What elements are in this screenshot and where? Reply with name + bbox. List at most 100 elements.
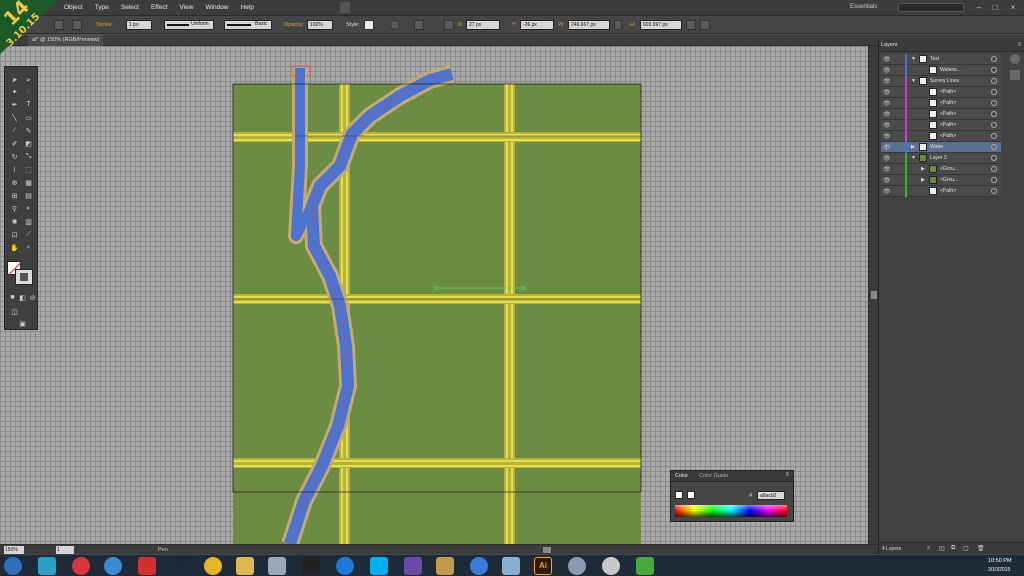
taskbar-app-icon[interactable] bbox=[436, 557, 454, 575]
height-field[interactable]: 603.997 px bbox=[640, 20, 682, 30]
horizontal-scroll-thumb[interactable] bbox=[543, 547, 551, 553]
target-circle-icon[interactable] bbox=[991, 144, 997, 150]
type-tool-icon[interactable]: T bbox=[23, 100, 34, 109]
layer-row[interactable]: 👁 ▶ Water bbox=[881, 142, 1001, 153]
menu-help[interactable]: Help bbox=[241, 4, 254, 11]
collapse-arrow-icon[interactable]: ▶ bbox=[911, 144, 915, 150]
variable-width-profile[interactable]: Uniform bbox=[164, 20, 214, 30]
layer-row[interactable]: 👁 <Path> bbox=[881, 98, 1001, 109]
file-explorer-icon[interactable] bbox=[236, 557, 254, 575]
blend-tool-icon[interactable]: ◐ bbox=[23, 204, 34, 213]
visibility-eye-icon[interactable]: 👁 bbox=[883, 188, 891, 195]
align-icon[interactable] bbox=[414, 20, 424, 30]
hex-field[interactable]: a6acb2 bbox=[757, 491, 785, 500]
start-button-icon[interactable] bbox=[4, 557, 22, 575]
panel-menu-icon[interactable] bbox=[700, 20, 710, 30]
menu-object[interactable]: Object bbox=[64, 4, 83, 11]
target-circle-icon[interactable] bbox=[991, 56, 997, 62]
close-icon[interactable]: × bbox=[1006, 2, 1020, 13]
menu-type[interactable]: Type bbox=[95, 4, 109, 11]
chrome-icon[interactable] bbox=[204, 557, 222, 575]
minimize-icon[interactable]: – bbox=[972, 2, 986, 13]
color-spectrum[interactable] bbox=[675, 505, 787, 517]
visibility-eye-icon[interactable]: 👁 bbox=[883, 111, 891, 118]
taskbar-app-icon[interactable] bbox=[104, 557, 122, 575]
layer-row[interactable]: 👁 ▶ <Grou... bbox=[881, 164, 1001, 175]
panel-menu-icon[interactable]: ≡ bbox=[785, 472, 789, 478]
taskbar-app-icon[interactable] bbox=[404, 557, 422, 575]
layer-row[interactable]: 👁 ▼ Layer 3 bbox=[881, 153, 1001, 164]
target-circle-icon[interactable] bbox=[991, 122, 997, 128]
expand-arrow-icon[interactable]: ▼ bbox=[911, 56, 916, 62]
visibility-eye-icon[interactable]: 👁 bbox=[883, 144, 891, 151]
shape-builder-icon[interactable]: ⊕ bbox=[9, 178, 20, 187]
taskbar-app-icon[interactable] bbox=[470, 557, 488, 575]
layer-row[interactable]: 👁 Waterw... bbox=[881, 65, 1001, 76]
layer-name[interactable]: <Path> bbox=[940, 133, 956, 139]
color-guide-tab[interactable]: Color Guide bbox=[699, 473, 728, 479]
swatches-panel-icon[interactable] bbox=[1010, 70, 1020, 80]
visibility-eye-icon[interactable]: 👁 bbox=[883, 89, 891, 96]
delete-layer-icon[interactable]: 🗑 bbox=[977, 545, 985, 552]
symbol-sprayer-icon[interactable]: ✺ bbox=[9, 217, 20, 226]
lasso-icon[interactable]: ◌ bbox=[23, 87, 34, 96]
line-tool-icon[interactable]: ╲ bbox=[9, 113, 20, 122]
layer-name[interactable]: Survey Lines bbox=[930, 78, 959, 84]
layer-name[interactable]: <Path> bbox=[940, 111, 956, 117]
search-input[interactable] bbox=[898, 3, 964, 12]
visibility-eye-icon[interactable]: 👁 bbox=[883, 67, 891, 74]
illustrator-icon[interactable]: Ai bbox=[534, 557, 552, 575]
y-field[interactable]: -26 px bbox=[520, 20, 554, 30]
expand-arrow-icon[interactable]: ▼ bbox=[911, 155, 916, 161]
stroke-swatch-icon[interactable] bbox=[72, 20, 82, 30]
collapse-arrow-icon[interactable]: ▶ bbox=[921, 177, 925, 183]
menu-effect[interactable]: Effect bbox=[151, 4, 168, 11]
visibility-eye-icon[interactable]: 👁 bbox=[883, 155, 891, 162]
stroke-weight-field[interactable]: 1 px bbox=[126, 20, 152, 30]
layer-name[interactable]: <Path> bbox=[940, 100, 956, 106]
layer-row[interactable]: 👁 ▶ <Grou... bbox=[881, 175, 1001, 186]
direct-selection-icon[interactable]: ➢ bbox=[23, 75, 34, 84]
locate-object-icon[interactable]: ⌕ bbox=[927, 545, 930, 552]
reference-point-icon[interactable] bbox=[444, 20, 454, 30]
target-circle-icon[interactable] bbox=[991, 89, 997, 95]
selection-tool-icon[interactable]: ➤ bbox=[9, 75, 20, 84]
utorrent-icon[interactable] bbox=[636, 557, 654, 575]
pencil-icon[interactable]: ✎ bbox=[23, 126, 34, 135]
skype-icon[interactable] bbox=[370, 557, 388, 575]
eyedropper-icon[interactable]: ⚲ bbox=[9, 204, 20, 213]
zoom-field[interactable]: 150% bbox=[4, 546, 24, 554]
visibility-eye-icon[interactable]: 👁 bbox=[883, 122, 891, 129]
target-circle-icon[interactable] bbox=[991, 78, 997, 84]
artboard-tool-icon[interactable]: ⊡ bbox=[9, 230, 20, 239]
color-tab[interactable]: Color bbox=[675, 473, 688, 479]
visibility-eye-icon[interactable]: 👁 bbox=[883, 166, 891, 173]
none-mode-icon[interactable]: ⊘ bbox=[27, 293, 38, 302]
rotate-icon[interactable]: ↻ bbox=[9, 152, 20, 161]
visibility-eye-icon[interactable]: 👁 bbox=[883, 133, 891, 140]
make-clipping-mask-icon[interactable]: ◰ bbox=[939, 545, 945, 552]
graph-tool-icon[interactable]: ▥ bbox=[23, 217, 34, 226]
steam-icon[interactable] bbox=[172, 557, 190, 575]
layers-tab[interactable]: Layers bbox=[881, 42, 898, 48]
new-sublayer-icon[interactable]: ⧉ bbox=[951, 545, 955, 552]
layer-name[interactable]: <Path> bbox=[940, 122, 956, 128]
blob-brush-icon[interactable]: ✐ bbox=[9, 139, 20, 148]
x-field[interactable]: 27 px bbox=[466, 20, 500, 30]
maximize-icon[interactable]: □ bbox=[988, 2, 1002, 13]
stroke-swatch[interactable] bbox=[687, 491, 695, 499]
layer-row[interactable]: 👁 <Path> bbox=[881, 131, 1001, 142]
taskbar-app-icon[interactable] bbox=[602, 557, 620, 575]
visibility-eye-icon[interactable]: 👁 bbox=[883, 56, 891, 63]
graphic-style-swatch[interactable] bbox=[364, 20, 374, 30]
layer-name[interactable]: Waterw... bbox=[940, 67, 961, 73]
layer-name[interactable]: <Path> bbox=[940, 188, 956, 194]
vertical-scroll-thumb[interactable] bbox=[871, 291, 877, 299]
target-circle-icon[interactable] bbox=[991, 100, 997, 106]
draw-mode-icon[interactable]: ◫ bbox=[9, 307, 20, 316]
layer-name[interactable]: <Grou... bbox=[940, 177, 958, 183]
zoom-tool-icon[interactable]: ⌕ bbox=[23, 243, 34, 252]
taskbar-app-icon[interactable] bbox=[38, 557, 56, 575]
layer-row[interactable]: 👁 <Path> bbox=[881, 87, 1001, 98]
workspace-switcher[interactable]: Essentials bbox=[850, 4, 877, 10]
